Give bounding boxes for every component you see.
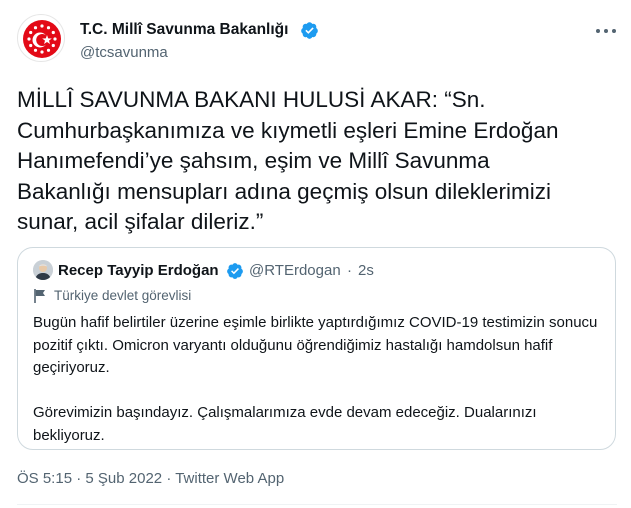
flag-icon xyxy=(34,289,45,303)
tweet-time[interactable]: ÖS 5:15 xyxy=(17,470,72,487)
author-name[interactable]: T.C. Millî Savunma Bakanlığı xyxy=(80,21,288,39)
quoted-author-avatar[interactable] xyxy=(33,260,53,280)
more-horizontal-icon[interactable] xyxy=(595,24,617,38)
author-avatar[interactable] xyxy=(17,14,65,62)
tweet-metadata: ÖS 5:15 · 5 Şub 2022 · Twitter Web App xyxy=(17,470,284,487)
author-handle[interactable]: @tcsavunma xyxy=(80,44,168,61)
person-avatar-icon xyxy=(33,260,53,280)
separator-dot: · xyxy=(347,262,352,279)
verified-badge-icon xyxy=(301,22,318,39)
quoted-author-name[interactable]: Recep Tayyip Erdoğan xyxy=(58,262,219,279)
quoted-tweet-time[interactable]: 2s xyxy=(358,262,374,279)
quoted-tweet[interactable]: Recep Tayyip Erdoğan @RTErdogan · 2s Tür… xyxy=(17,247,616,450)
tweet-source[interactable]: Twitter Web App xyxy=(175,470,284,487)
separator-dot: · xyxy=(76,470,82,487)
tweet-date[interactable]: 5 Şub 2022 xyxy=(85,470,162,487)
quoted-paragraph-1: Bugün hafif belirtiler üzerine eşimle bi… xyxy=(33,314,598,376)
separator-dot: · xyxy=(166,470,172,487)
tweet-text: MİLLÎ SAVUNMA BAKANI HULUSİ AKAR: “Sn. C… xyxy=(17,87,559,234)
government-label: Türkiye devlet görevlisi xyxy=(54,288,192,303)
tweet-header: T.C. Millî Savunma Bakanlığı @tcsavunma xyxy=(17,14,617,66)
quoted-author-handle[interactable]: @RTErdogan xyxy=(249,262,341,279)
quoted-paragraph-2: Görevimizin başındayız. Çalışmalarımıza … xyxy=(33,404,537,444)
verified-badge-icon xyxy=(227,263,243,279)
divider xyxy=(17,504,617,505)
quoted-tweet-text: Bugün hafif belirtiler üzerine eşimle bi… xyxy=(33,312,603,447)
ministry-emblem-icon xyxy=(23,20,61,58)
